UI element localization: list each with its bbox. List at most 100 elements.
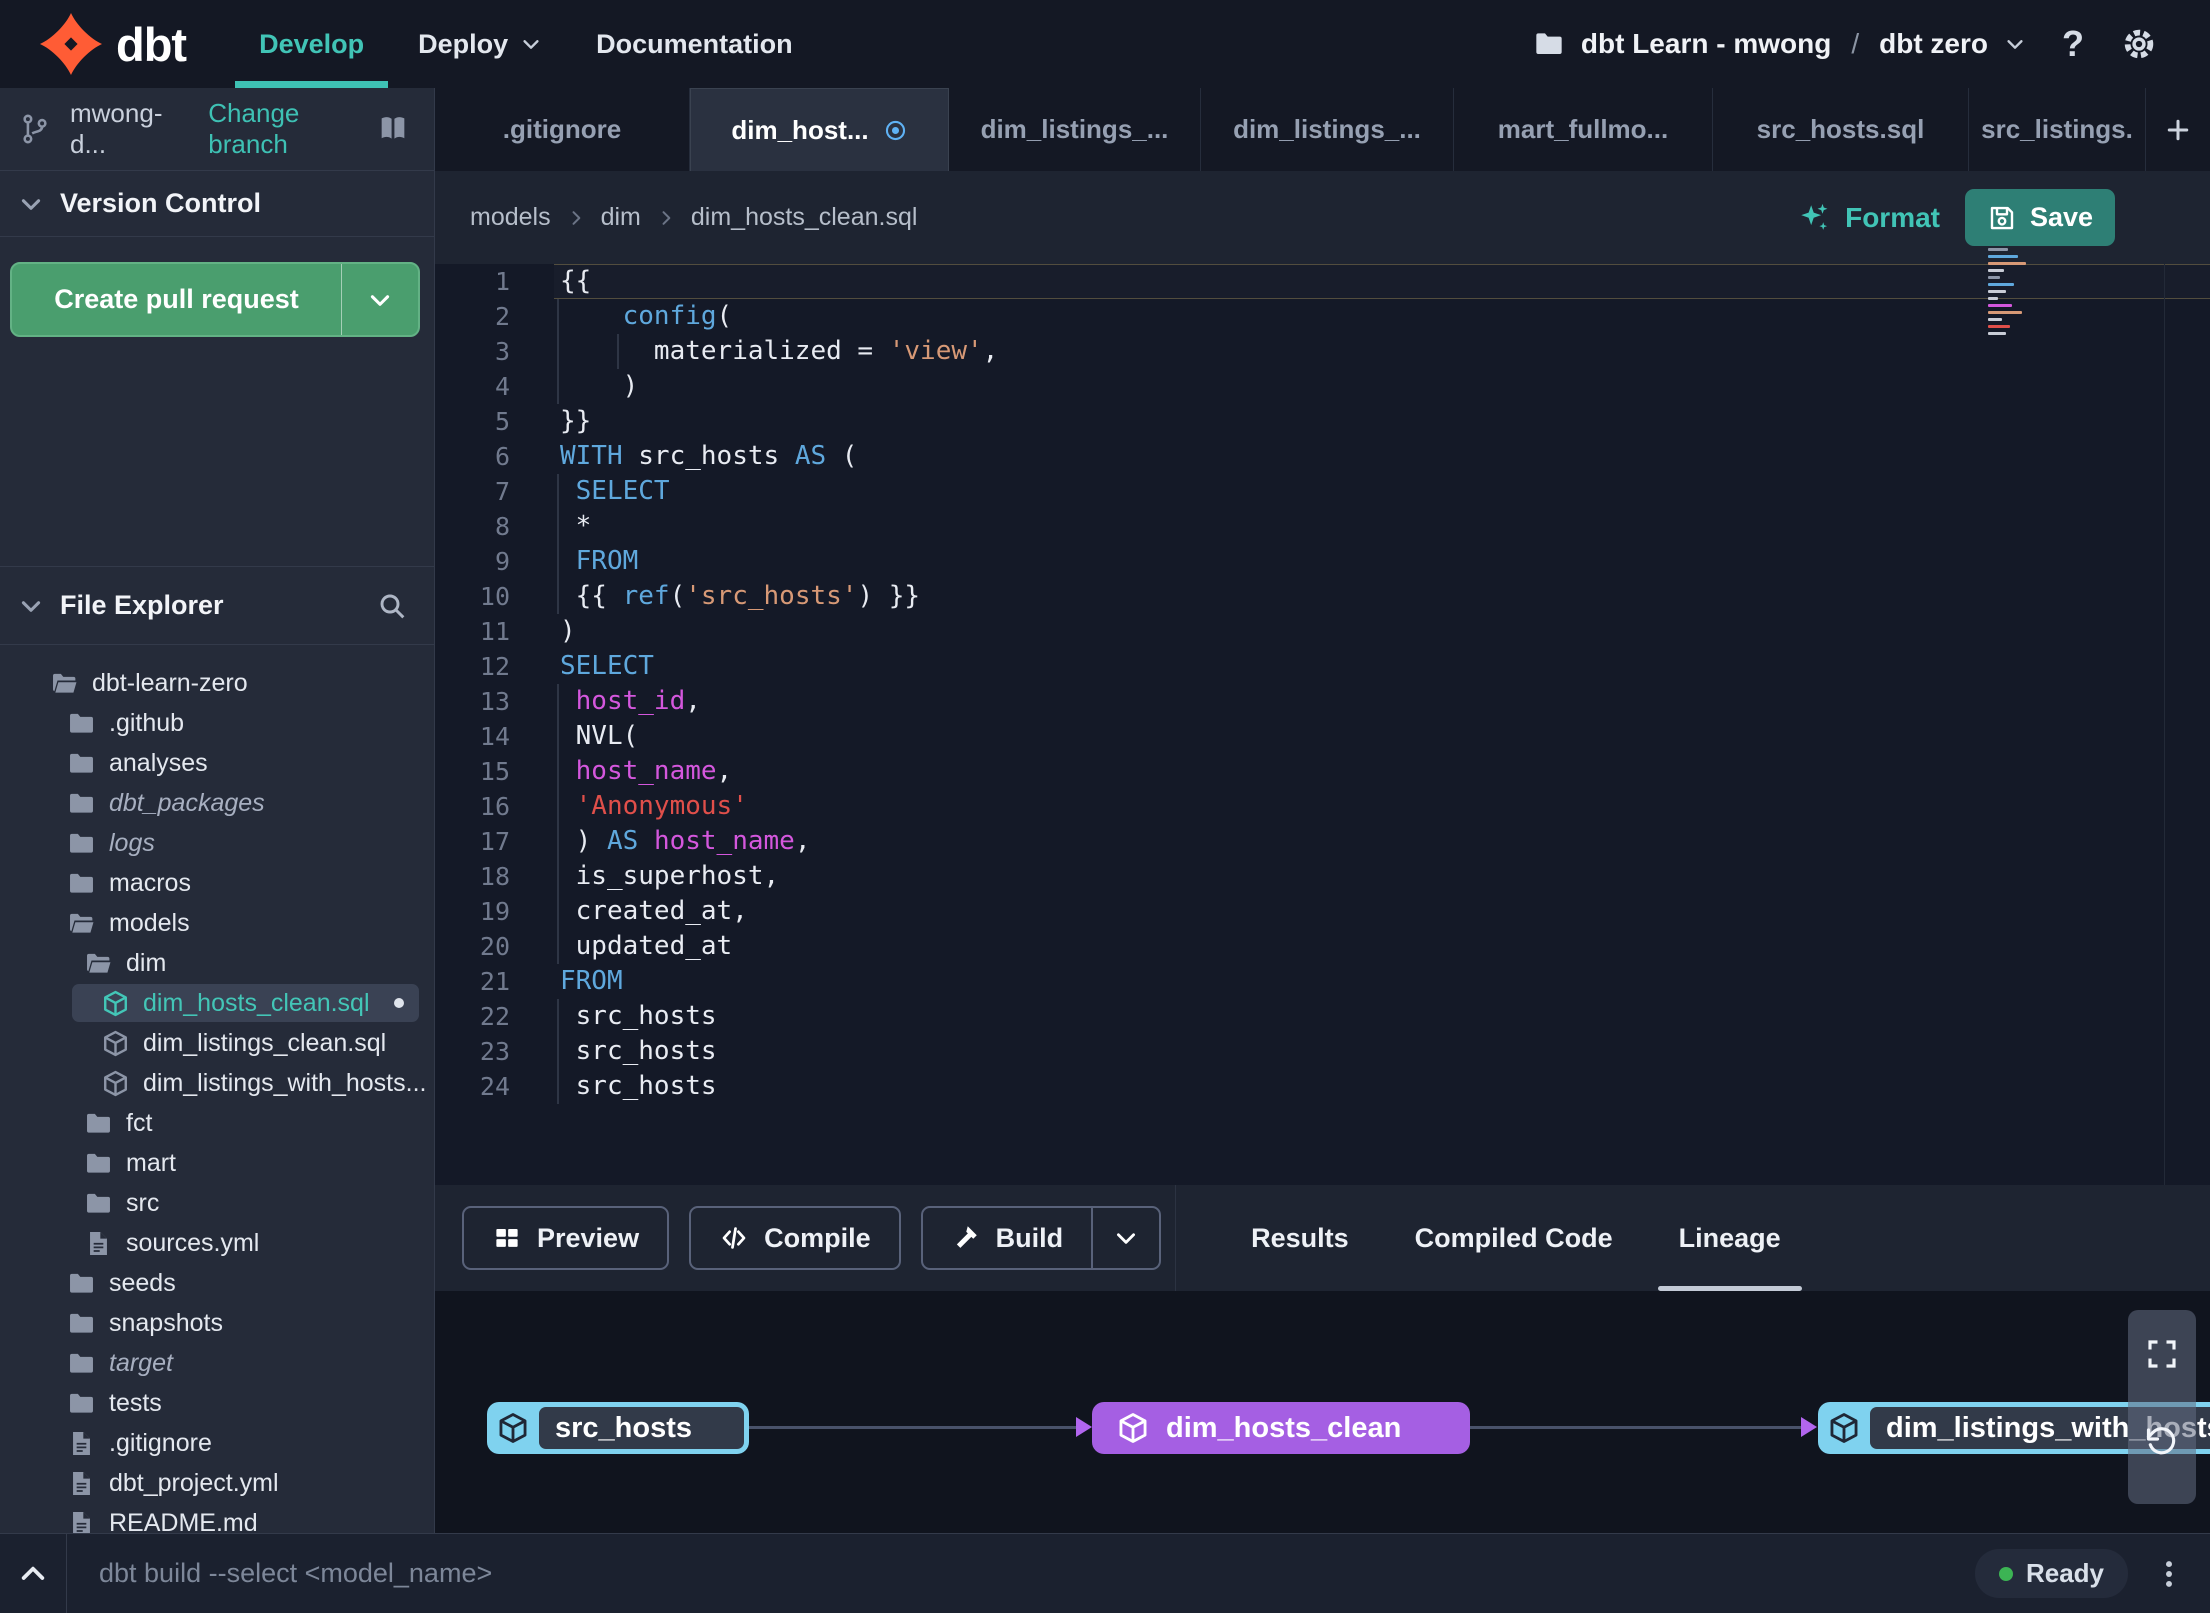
hammer-icon <box>951 1223 981 1253</box>
indent-guide <box>617 334 619 369</box>
version-control-header[interactable]: Version Control <box>0 171 434 237</box>
new-tab-button[interactable] <box>2146 88 2210 171</box>
tree-item-dim[interactable]: dim <box>0 943 434 983</box>
tab-label: src_listings. <box>1981 114 2133 144</box>
editor-tab-dim-listings[interactable]: dim_listings_... <box>949 88 1201 171</box>
folder-open-icon <box>84 949 113 978</box>
tree-item-readme-md[interactable]: README.md <box>0 1503 434 1533</box>
nav-item-develop[interactable]: Develop <box>232 0 391 88</box>
edge-arrowhead <box>1801 1417 1817 1437</box>
tab-label: mart_fullmo... <box>1497 114 1669 144</box>
tree-item-dbt-packages[interactable]: dbt_packages <box>0 783 434 823</box>
code-text: src_hosts <box>557 1034 717 1069</box>
file-name: macros <box>109 868 191 897</box>
file-name: logs <box>109 828 155 857</box>
model-cube-icon <box>1827 1411 1861 1445</box>
project-selector[interactable]: dbt Learn - mwong / dbt zero <box>1533 28 2026 60</box>
compile-button[interactable]: Compile <box>689 1206 901 1270</box>
line-number: 6 <box>494 442 510 471</box>
search-icon[interactable] <box>376 590 408 622</box>
code-text: {{ <box>560 266 592 296</box>
panel-tab-lineage[interactable]: Lineage <box>1646 1185 1814 1291</box>
tree-item-sources-yml[interactable]: sources.yml <box>0 1223 434 1263</box>
code-line-8: 8 * <box>435 509 2210 544</box>
lineage-node-src-hosts[interactable]: src_hosts <box>487 1402 749 1454</box>
code-icon <box>719 1223 749 1253</box>
tree-item-dbt-learn-zero[interactable]: dbt-learn-zero <box>0 663 434 703</box>
indent-guide <box>557 859 559 894</box>
editor-minimap[interactable] <box>1988 248 2042 352</box>
tree-item-dim-listings-with-hosts[interactable]: dim_listings_with_hosts... <box>0 1063 434 1103</box>
tree-item-dim-listings-clean-sql[interactable]: dim_listings_clean.sql <box>0 1023 434 1063</box>
file-name: dim <box>126 948 167 977</box>
command-bar-divider <box>66 1534 67 1613</box>
line-number: 1 <box>494 267 510 296</box>
status-label: Ready <box>2025 1558 2104 1588</box>
file-name: sources.yml <box>126 1228 260 1257</box>
preview-button[interactable]: Preview <box>462 1206 670 1270</box>
create-pull-request-button[interactable]: Create pull request <box>10 262 420 337</box>
file-name: mart <box>126 1148 176 1177</box>
code-editor[interactable]: 1{{2 config(3 materialized = 'view', 4 ) 5… <box>435 264 2210 1185</box>
tree-item-logs[interactable]: logs <box>0 823 434 863</box>
model-cube-icon <box>1116 1411 1150 1445</box>
tree-item-src[interactable]: src <box>0 1183 434 1223</box>
nav-item-documentation[interactable]: Documentation <box>569 0 820 88</box>
code-line-20: 20 updated_at <box>435 929 2210 964</box>
tree-item-github[interactable]: .github <box>0 703 434 743</box>
code-text: host_name, <box>557 754 732 789</box>
tree-item-fct[interactable]: fct <box>0 1103 434 1143</box>
gear-icon[interactable] <box>2120 25 2158 63</box>
tree-item-macros[interactable]: macros <box>0 863 434 903</box>
editor-tab-gitignore[interactable]: .gitignore <box>435 88 690 171</box>
overflow-menu-icon[interactable] <box>2152 1557 2186 1591</box>
build-button[interactable]: Build <box>920 1206 1162 1270</box>
tree-item-dim-hosts-clean-sql[interactable]: dim_hosts_clean.sql <box>0 983 434 1023</box>
indent-guide <box>557 509 559 544</box>
command-input[interactable]: dbt build --select <model_name> <box>99 1558 492 1589</box>
lineage-node-dim-hosts-clean[interactable]: dim_hosts_clean <box>1092 1402 1470 1454</box>
indent-guide <box>557 299 559 334</box>
file-icon <box>67 1469 96 1498</box>
panel-tab-results[interactable]: Results <box>1218 1185 1382 1291</box>
editor-tab-dim-host[interactable]: dim_host... <box>690 88 949 171</box>
editor-tab-dim-listings[interactable]: dim_listings_... <box>1201 88 1454 171</box>
folder-icon <box>67 1349 96 1378</box>
line-number: 22 <box>479 1002 510 1031</box>
help-icon[interactable]: ? <box>2056 23 2090 65</box>
code-line-10: 10 {{ ref('src_hosts') }} <box>435 579 2210 614</box>
folder-icon <box>67 709 96 738</box>
panel-tab-compiled-code[interactable]: Compiled Code <box>1382 1185 1646 1291</box>
tree-item-mart[interactable]: mart <box>0 1143 434 1183</box>
editor-tab-src-hosts-sql[interactable]: src_hosts.sql <box>1713 88 1969 171</box>
code-text: created_at, <box>557 894 748 929</box>
nav-item-deploy[interactable]: Deploy <box>391 0 569 88</box>
editor-tab-src-listings[interactable]: src_listings. <box>1969 88 2146 171</box>
reset-view-icon[interactable] <box>2144 1424 2180 1460</box>
model-cube-icon <box>496 1411 530 1445</box>
tree-item-seeds[interactable]: seeds <box>0 1263 434 1303</box>
code-line-21: 21 FROM <box>435 964 2210 999</box>
tree-item-dbt-project-yml[interactable]: dbt_project.yml <box>0 1463 434 1503</box>
folder-icon <box>1533 28 1565 60</box>
docs-book-icon[interactable] <box>376 112 410 146</box>
tree-item-models[interactable]: models <box>0 903 434 943</box>
tree-item-target[interactable]: target <box>0 1343 434 1383</box>
tree-item-tests[interactable]: tests <box>0 1383 434 1423</box>
command-bar-toggle[interactable] <box>0 1558 66 1590</box>
save-button[interactable]: Save <box>1965 189 2115 246</box>
version-control-title: Version Control <box>60 188 262 218</box>
code-line-19: 19 created_at, <box>435 894 2210 929</box>
file-explorer-header[interactable]: File Explorer <box>0 566 434 645</box>
button-label: Preview <box>537 1222 640 1253</box>
format-button[interactable]: Format <box>1797 171 1940 264</box>
change-branch-link[interactable]: Change branch <box>208 98 358 160</box>
tree-item-snapshots[interactable]: snapshots <box>0 1303 434 1343</box>
pr-dropdown-button[interactable] <box>341 264 418 335</box>
fullscreen-icon[interactable] <box>2144 1336 2180 1372</box>
tree-item-gitignore[interactable]: .gitignore <box>0 1423 434 1463</box>
modified-dot <box>394 998 404 1008</box>
build-dropdown-button[interactable] <box>1091 1208 1159 1268</box>
tree-item-analyses[interactable]: analyses <box>0 743 434 783</box>
editor-tab-mart-fullmo[interactable]: mart_fullmo... <box>1454 88 1713 171</box>
